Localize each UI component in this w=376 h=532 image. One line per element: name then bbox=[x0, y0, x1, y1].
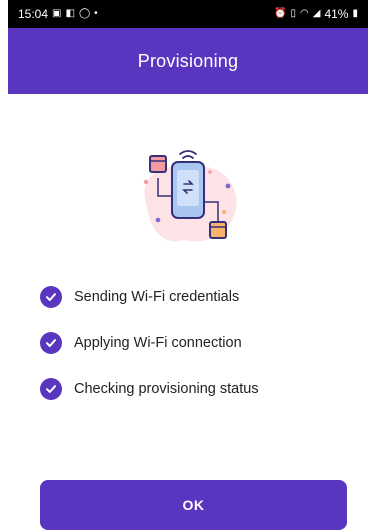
checkmark-icon bbox=[40, 332, 62, 354]
alarm-icon: ⏰ bbox=[274, 8, 287, 19]
step-label: Checking provisioning status bbox=[74, 381, 259, 397]
vibrate-icon: ▯ bbox=[290, 8, 297, 19]
provisioning-steps: Sending Wi-Fi credentials Applying Wi-Fi… bbox=[40, 285, 350, 423]
checkmark-icon bbox=[40, 378, 62, 400]
dot-icon: • bbox=[94, 8, 98, 19]
status-bar-right: ⏰ ▯ ◠ ◢ 41% ▮ bbox=[274, 7, 358, 21]
step-sending-credentials: Sending Wi-Fi credentials bbox=[40, 285, 350, 309]
ok-button[interactable]: OK bbox=[40, 480, 347, 530]
step-checking-status: Checking provisioning status bbox=[40, 377, 350, 401]
checkmark-icon bbox=[40, 286, 62, 308]
step-label: Applying Wi-Fi connection bbox=[74, 335, 242, 351]
step-label: Sending Wi-Fi credentials bbox=[74, 289, 240, 305]
image-icon: ▣ bbox=[52, 8, 62, 19]
signal-icon: ◢ bbox=[312, 8, 321, 19]
app-bar: Provisioning bbox=[8, 28, 368, 94]
status-bar: 15:04 ▣ ◧ ◯ • ⏰ ▯ ◠ ◢ 41% ▮ bbox=[8, 0, 368, 28]
status-time: 15:04 bbox=[18, 7, 49, 21]
teams-icon: ◧ bbox=[65, 8, 75, 19]
wifi-icon: ◠ bbox=[300, 8, 309, 19]
battery-icon: ▮ bbox=[352, 8, 358, 19]
step-applying-connection: Applying Wi-Fi connection bbox=[40, 331, 350, 355]
device-provisioning-illustration bbox=[143, 150, 237, 242]
battery-percent: 41% bbox=[324, 7, 349, 21]
status-bar-left: 15:04 ▣ ◧ ◯ • bbox=[18, 7, 98, 21]
whatsapp-icon: ◯ bbox=[78, 8, 91, 19]
page-title: Provisioning bbox=[137, 50, 239, 71]
